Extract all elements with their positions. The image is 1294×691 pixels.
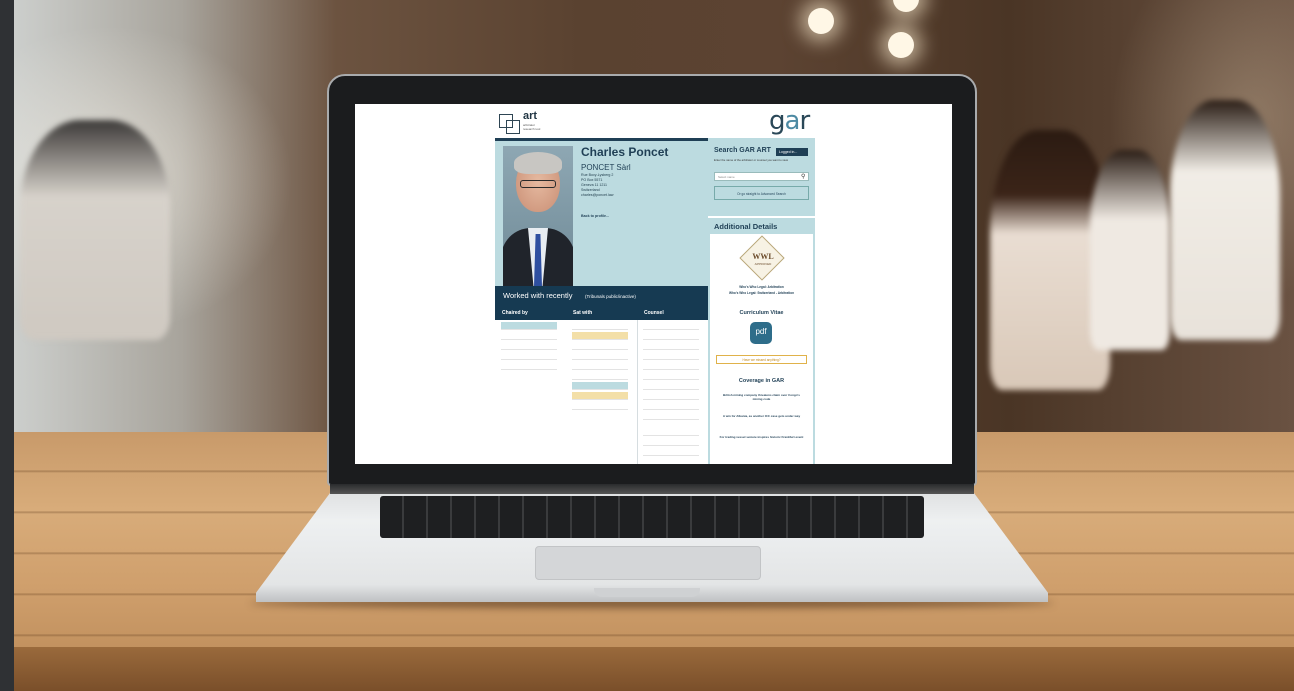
additional-details-panel: WWL APPROVED Who's Who Legal: Arbitratio… xyxy=(708,234,815,464)
profile-photo xyxy=(503,146,573,287)
list-item[interactable] xyxy=(643,382,699,390)
list-item[interactable] xyxy=(643,392,699,400)
additional-details-header: Additional Details xyxy=(708,216,815,234)
gar-logo[interactable]: gar xyxy=(769,106,810,136)
search-title: Search GAR ART xyxy=(714,147,771,154)
background-person-right-2 xyxy=(1170,100,1280,340)
wwl-badge-subtext: APPROVED xyxy=(754,262,772,266)
wwl-listing-switzerland[interactable]: Who's Who Legal: Switzerland - Arbitrati… xyxy=(710,291,813,295)
ceiling-light xyxy=(888,32,914,58)
profile-firm: PONCET Sàrl xyxy=(581,163,631,172)
list-item[interactable] xyxy=(643,448,699,456)
search-icon[interactable]: ⚲ xyxy=(801,173,805,180)
table-edge xyxy=(14,647,1294,691)
art-logo[interactable]: art arbitrator research tool xyxy=(499,110,543,136)
pdf-icon[interactable]: pdf xyxy=(750,322,772,344)
list-item[interactable] xyxy=(643,322,699,330)
list-item[interactable] xyxy=(643,412,699,420)
list-item[interactable] xyxy=(501,332,557,340)
missed-anything-button[interactable]: Have we missed anything? xyxy=(716,355,807,364)
column-divider xyxy=(637,320,638,464)
list-item[interactable] xyxy=(572,372,628,380)
login-button[interactable]: Logged in... xyxy=(776,148,808,156)
list-item[interactable] xyxy=(572,362,628,370)
coverage-title: Coverage in GAR xyxy=(738,378,785,384)
list-item[interactable] xyxy=(501,352,557,360)
laptop-screen: art arbitrator research tool gar Charles… xyxy=(355,104,952,464)
list-item[interactable] xyxy=(572,332,628,340)
worked-with-subtitle: (Tribunals public/inactive) xyxy=(585,294,636,299)
laptop-keyboard xyxy=(380,496,924,538)
gar-logo-a: a xyxy=(784,106,801,136)
cv-title: Curriculum Vitae xyxy=(739,310,784,316)
news-link[interactable]: For trading vessel seizure inspires hist… xyxy=(718,435,805,439)
background-person-right-3 xyxy=(1090,150,1170,350)
column-header-chaired-by: Chaired by xyxy=(495,306,566,320)
profile-name: Charles Poncet xyxy=(581,145,669,159)
photo-hair xyxy=(514,152,562,174)
list-item[interactable] xyxy=(643,422,699,436)
back-to-profile-link[interactable]: Back to profile... xyxy=(581,214,609,218)
profile-address: Rue Bovy-Lysberg 2 PO Box 5571 Geneva 11… xyxy=(581,173,613,198)
column-header-sat-with: Sat with xyxy=(566,306,637,320)
gar-logo-r: r xyxy=(799,106,810,136)
list-item[interactable] xyxy=(643,342,699,350)
ceiling-light xyxy=(893,0,919,12)
search-hint: Enter the name of the arbitrator or coun… xyxy=(714,158,789,162)
list-item[interactable] xyxy=(501,322,557,330)
sat-with-list xyxy=(572,322,628,412)
image-border xyxy=(0,0,14,691)
worked-with-title: Worked with recently xyxy=(503,291,573,300)
chaired-by-list xyxy=(501,322,557,372)
list-item[interactable] xyxy=(643,352,699,360)
art-logo-square xyxy=(506,120,520,134)
list-item[interactable] xyxy=(572,382,628,390)
additional-details-title: Additional Details xyxy=(714,222,778,231)
art-logo-subtitle: arbitrator research tool xyxy=(523,123,541,131)
list-item[interactable] xyxy=(643,438,699,446)
profile-email-link[interactable]: charles@poncet.law xyxy=(581,193,613,198)
list-item[interactable] xyxy=(643,332,699,340)
list-item[interactable] xyxy=(572,392,628,400)
worked-with-header: Worked with recently (Tribunals public/i… xyxy=(495,286,708,306)
list-item[interactable] xyxy=(572,402,628,410)
wwl-listing-arbitration[interactable]: Who's Who Legal: Arbitration xyxy=(710,285,813,289)
list-item[interactable] xyxy=(643,372,699,380)
gar-logo-g: g xyxy=(769,106,785,136)
counsel-list xyxy=(643,322,699,464)
list-item[interactable] xyxy=(643,458,699,464)
search-input[interactable]: Select name xyxy=(714,172,809,181)
ceiling-light xyxy=(808,8,834,34)
column-header-counsel: Counsel xyxy=(637,306,708,320)
laptop-trackpad xyxy=(535,546,761,580)
news-link[interactable]: A win for Albania, as another ICC case g… xyxy=(718,414,805,418)
news-link[interactable]: British mining company threatens claim o… xyxy=(718,393,805,401)
list-item[interactable] xyxy=(643,362,699,370)
background-person-left xyxy=(20,120,170,340)
profile-card: Charles Poncet PONCET Sàrl Rue Bovy-Lysb… xyxy=(495,138,708,287)
laptop-notch xyxy=(594,588,700,597)
list-item[interactable] xyxy=(643,402,699,410)
search-panel: Search GAR ART Logged in... Enter the na… xyxy=(708,138,815,216)
list-item[interactable] xyxy=(572,322,628,330)
list-item[interactable] xyxy=(501,342,557,350)
list-item[interactable] xyxy=(572,342,628,350)
art-logo-text: art xyxy=(523,110,538,122)
laptop-hinge xyxy=(330,484,974,494)
photo-glasses xyxy=(520,180,556,188)
list-item[interactable] xyxy=(501,362,557,370)
list-item[interactable] xyxy=(572,352,628,360)
advanced-search-button[interactable]: Or go straight to Advanced Search xyxy=(714,186,809,200)
wwl-badge-text: WWL xyxy=(752,252,774,261)
